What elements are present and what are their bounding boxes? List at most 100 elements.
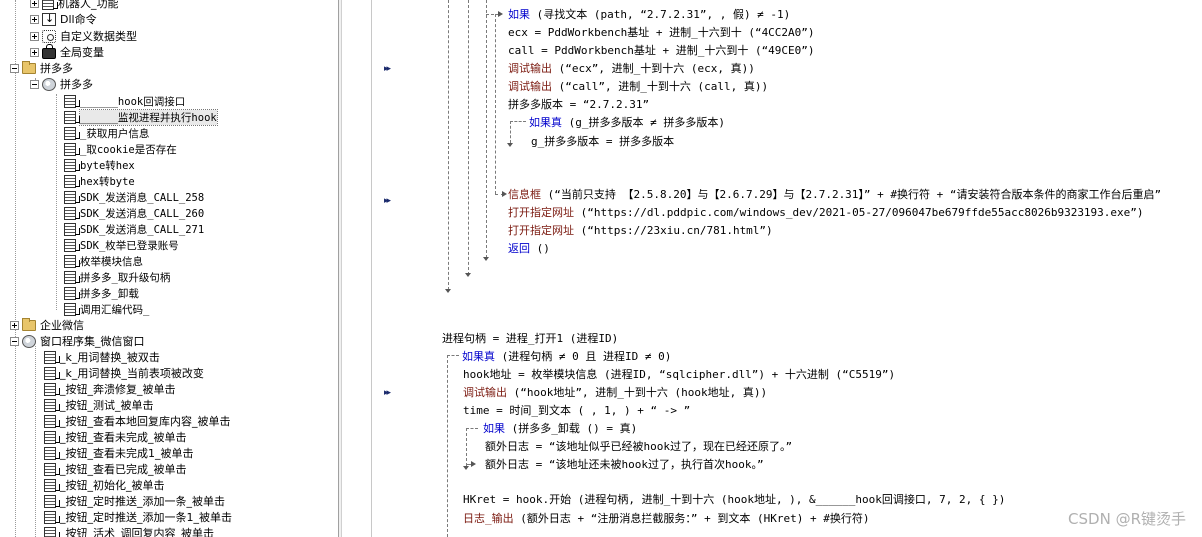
tree-item[interactable]: _k_用词替换_当前表项被改变 [44, 365, 204, 381]
tree-item[interactable]: _按钮_定时推送_添加一条1_被单击 [44, 509, 232, 525]
code-line[interactable]: hook地址 = 枚举模块信息 (进程ID, “sqlcipher.dll”) … [463, 366, 895, 382]
tree-item-label: hex转byte [80, 175, 135, 188]
code-token: (寻找文本 (path, “2.7.2.31”, , 假) ≠ -1) [530, 8, 791, 21]
expand-icon[interactable] [30, 47, 39, 57]
tree-folder-pdd[interactable]: 拼多多 [10, 60, 73, 76]
editor-gutter[interactable]: ▸▸ ▸▸ ▸▸ [342, 0, 391, 537]
tree-item[interactable]: _按钮_查看未完成1_被单击 [44, 445, 194, 461]
code-line[interactable]: ecx = PddWorkbench基址 + 进制_十六到十 (“4CC2A0”… [508, 24, 815, 40]
tree-item[interactable]: _按钮_活术_调回复内容_被单击 [44, 525, 214, 537]
tree-folder-wework[interactable]: 企业微信 [10, 317, 84, 333]
tree-item[interactable]: 拼多多_取升级句柄 [64, 269, 170, 285]
code-line[interactable]: 日志_输出 (额外日志 + “注册消息拦截服务：” + 到文本 (HKret) … [463, 510, 869, 526]
project-tree-panel[interactable]: 机器人_功能 Dll命令 自定义数据类型 全局变量 拼多多 拼多多 ______… [0, 0, 338, 537]
tree-item[interactable]: _按钮_测试_被单击 [44, 397, 154, 413]
tree-item-label: _按钮_查看本地回复库内容_被单击 [60, 415, 231, 428]
tree-item[interactable]: _按钮_查看本地回复库内容_被单击 [44, 413, 231, 429]
tree-item[interactable]: 枚举模块信息 [64, 253, 143, 269]
tree-item[interactable]: hex转byte [64, 173, 135, 189]
tree-item-label: 拼多多 [60, 78, 93, 91]
code-line[interactable]: 进程句柄 = 进程_打开1 (进程ID) [442, 330, 618, 346]
expand-icon[interactable] [30, 0, 39, 8]
code-line[interactable]: time = 时间_到文本 ( , 1, ) + “ -> ” [463, 402, 690, 418]
tree-item[interactable]: 拼多多_卸载 [64, 285, 139, 301]
sub-program-icon [64, 302, 80, 316]
code-line[interactable]: 返回 () [508, 240, 550, 256]
block-end-arrow-icon [483, 257, 489, 261]
code-line[interactable]: HKret = hook.开始 (进程句柄, 进制_十到十六 (hook地址, … [463, 491, 1005, 507]
tree-item-label: _按钮_查看未完成1_被单击 [60, 447, 194, 460]
tree-item[interactable]: _获取用户信息 [64, 125, 149, 141]
sub-program-icon [64, 110, 80, 124]
tree-item-global-vars[interactable]: 全局变量 [30, 43, 104, 60]
code-line[interactable]: 拼多多版本 = “2.7.2.31” [508, 96, 649, 112]
code-line[interactable]: 调试输出 (“ecx”, 进制_十到十六 (ecx, 真)) [508, 60, 755, 76]
code-line[interactable]: call = PddWorkbench基址 + 进制_十六到十 (“49CE0”… [508, 42, 815, 58]
tree-item-robot-function[interactable]: 机器人_功能 [30, 0, 119, 11]
tree-item[interactable]: SDK_发送消息_CALL_271 [64, 221, 204, 237]
tree-item-label: 调用汇编代码_ [80, 303, 150, 316]
code-line[interactable]: 调试输出 (“call”, 进制_十到十六 (call, 真)) [508, 78, 768, 94]
tree-item[interactable]: _按钮_初始化_被单击 [44, 477, 165, 493]
branch-arrow-icon [498, 11, 503, 17]
block-end-arrow-icon [445, 289, 451, 293]
tree-item[interactable]: _按钮_查看已完成_被单击 [44, 461, 187, 477]
tree-item[interactable]: byte转hex [64, 157, 135, 173]
watermark: CSDN @R键烫手 [1068, 510, 1186, 528]
tree-item[interactable]: _取cookie是否存在 [64, 141, 177, 157]
expand-icon[interactable] [10, 320, 19, 330]
tree-item-label: _按钮_活术_调回复内容_被单击 [60, 527, 214, 537]
code-line[interactable]: 额外日志 = “该地址还未被hook过了，执行首次hook。” [485, 456, 764, 472]
code-editor[interactable]: 如果 (寻找文本 (path, “2.7.2.31”, , 假) ≠ -1) e… [373, 0, 1202, 537]
code-line[interactable]: 如果 (拼多多_卸载 () = 真) [483, 420, 637, 436]
code-token: 日志_输出 [463, 512, 514, 525]
dll-icon [42, 12, 56, 26]
code-token: (拼多多_卸载 () = 真) [505, 422, 638, 435]
code-token: (进程句柄 ≠ 0 且 进程ID ≠ 0) [495, 350, 672, 363]
code-line[interactable]: 打开指定网址 (“https://23xiu.cn/781.html”) [508, 222, 773, 238]
code-line[interactable]: g_拼多多版本 = 拼多多版本 [531, 133, 674, 149]
tree-item-label: 拼多多 [40, 62, 73, 75]
code-line[interactable]: 调试输出 (“hook地址”, 进制_十到十六 (hook地址, 真)) [463, 384, 767, 400]
tree-item[interactable]: SDK_枚举已登录账号 [64, 237, 179, 253]
code-token: (“当前只支持 【2.5.8.20】与【2.6.7.29】与【2.7.2.31】… [541, 188, 1162, 201]
tree-module-pdd[interactable]: 拼多多 [30, 76, 93, 92]
collapse-icon[interactable] [30, 79, 39, 89]
code-line[interactable]: 如果真 (g_拼多多版本 ≠ 拼多多版本) [529, 114, 725, 130]
tree-item-label: _按钮_测试_被单击 [60, 399, 154, 412]
tree-module-wechat-window[interactable]: 窗口程序集_微信窗口 [10, 333, 145, 349]
sub-program-icon [44, 446, 60, 460]
code-line[interactable]: 打开指定网址 (“https://dl.pddpic.com/windows_d… [508, 204, 1144, 220]
tree-item-hook-callback[interactable]: ______hook回调接口 [64, 93, 185, 109]
sub-program-icon [44, 510, 60, 524]
tree-item[interactable]: 调用汇编代码_ [64, 301, 149, 317]
code-token: 拼多多版本 = “2.7.2.31” [508, 98, 650, 111]
code-line[interactable]: 信息框 (“当前只支持 【2.5.8.20】与【2.6.7.29】与【2.7.2… [508, 186, 1161, 202]
expand-icon[interactable] [30, 31, 39, 41]
tree-item[interactable]: _k_用词替换_被双击 [44, 349, 160, 365]
code-line[interactable]: 额外日志 = “该地址似乎已经被hook过了，现在已经还原了。” [485, 438, 792, 454]
sub-program-icon [44, 382, 60, 396]
collapse-icon[interactable] [10, 63, 19, 73]
tree-item-label: _获取用户信息 [80, 127, 150, 140]
tree-item-dll-commands[interactable]: Dll命令 [30, 11, 97, 27]
code-line[interactable]: 如果 (寻找文本 (path, “2.7.2.31”, , 假) ≠ -1) [508, 6, 790, 22]
tree-item[interactable]: _按钮_查看未完成_被单击 [44, 429, 187, 445]
tree-item-label: Dll命令 [60, 13, 97, 26]
sub-program-icon [64, 190, 80, 204]
tree-item[interactable]: _按钮_定时推送_添加一条_被单击 [44, 493, 225, 509]
tree-item[interactable]: SDK_发送消息_CALL_260 [64, 205, 204, 221]
code-line[interactable]: 如果真 (进程句柄 ≠ 0 且 进程ID ≠ 0) [462, 348, 671, 364]
tree-item-monitor-hook[interactable]: ______监视进程并执行hook [64, 108, 218, 126]
expand-icon[interactable] [30, 14, 39, 24]
code-token: 打开指定网址 [508, 224, 574, 237]
code-token: (“call”, 进制_十到十六 (call, 真)) [552, 80, 769, 93]
code-token: 如果真 [462, 350, 495, 363]
collapse-icon[interactable] [10, 336, 19, 346]
tree-item[interactable]: SDK_发送消息_CALL_258 [64, 189, 204, 205]
tree-item-custom-data-types[interactable]: 自定义数据类型 [30, 28, 137, 44]
sub-program-icon [44, 462, 60, 476]
tree-item[interactable]: _按钮_奔溃修复_被单击 [44, 381, 176, 397]
code-token: call = PddWorkbench基址 + 进制_十六到十 (“49CE0”… [508, 44, 815, 57]
tree-item-label: 窗口程序集_微信窗口 [40, 335, 145, 348]
